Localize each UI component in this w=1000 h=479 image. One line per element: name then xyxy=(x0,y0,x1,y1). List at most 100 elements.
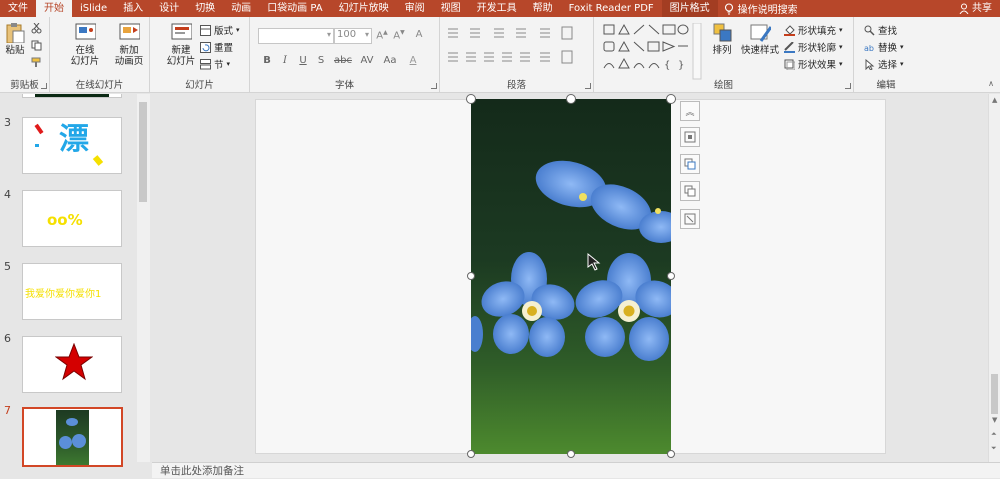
arrange-button[interactable]: 排列 xyxy=(710,21,734,56)
share-label: 共享 xyxy=(972,3,992,14)
tab-insert[interactable]: 插入 xyxy=(115,0,151,17)
forget-me-not-photo xyxy=(471,99,671,454)
char-spacing-button[interactable]: AV xyxy=(360,55,374,66)
resize-handle-top[interactable] xyxy=(566,94,576,104)
ribbon-tab-bar: 文件 开始 iSlide 插入 设计 切换 动画 口袋动画 PA 幻灯片放映 审… xyxy=(0,0,1000,17)
tab-file[interactable]: 文件 xyxy=(0,0,36,17)
format-painter-button[interactable] xyxy=(31,55,42,69)
slide-5-preview-text: 我爱你爱你爱你1 xyxy=(25,289,102,300)
shape-outline-button[interactable]: 形状轮廓 ▾ xyxy=(784,40,843,54)
reset-label: 重置 xyxy=(214,43,234,54)
share-button[interactable]: 共享 xyxy=(959,0,992,17)
replace-icon: ab xyxy=(864,44,874,53)
thumbnail-scrollbar[interactable] xyxy=(137,94,150,462)
collapse-ribbon-button[interactable]: ∧ xyxy=(988,79,994,88)
group-online-slides: 在线 幻灯片 新加 动画页 在线幻灯片 xyxy=(50,17,150,93)
shape-fill-button[interactable]: 形状填充 ▾ xyxy=(784,23,843,37)
tab-view[interactable]: 视图 xyxy=(433,0,469,17)
font-name-combo[interactable]: ▾ xyxy=(258,28,334,44)
align-icon xyxy=(684,131,696,143)
reset-button[interactable]: 重置 xyxy=(200,40,233,54)
animation-page-icon xyxy=(119,23,140,40)
resize-handle-right[interactable] xyxy=(667,272,675,280)
strikethrough-button[interactable]: abc xyxy=(334,55,352,66)
font-size-combo[interactable]: 100 ▾ xyxy=(334,28,372,44)
slide-2-thumbnail-partial[interactable] xyxy=(22,94,122,98)
slide-7-thumbnail[interactable] xyxy=(22,407,123,467)
slide-3-preview-text: 漂 xyxy=(59,122,89,157)
person-icon xyxy=(959,3,969,14)
change-case-button[interactable]: Aa xyxy=(383,55,397,66)
replace-label: 替换 xyxy=(878,43,898,54)
clipboard-dialog-launcher[interactable] xyxy=(41,83,47,89)
resize-handle-top-right[interactable] xyxy=(666,94,676,104)
font-group-label: 字体 xyxy=(334,80,354,91)
tab-help[interactable]: 帮助 xyxy=(525,0,561,17)
new-slide-icon xyxy=(171,23,192,40)
find-button[interactable]: 查找 xyxy=(864,23,897,37)
scroll-up-icon[interactable]: ▲ xyxy=(992,96,997,104)
cut-button[interactable] xyxy=(31,21,42,35)
italic-button[interactable]: I xyxy=(278,55,292,66)
layout-button[interactable]: 版式 ▾ xyxy=(200,23,240,37)
shapes-gallery[interactable]: { } xyxy=(602,23,702,81)
notes-pane[interactable]: 单击此处添加备注 xyxy=(152,462,1000,478)
section-button[interactable]: 节 ▾ xyxy=(200,57,230,71)
tab-foxit[interactable]: Foxit Reader PDF xyxy=(561,0,662,17)
online-slides-button[interactable]: 在线 幻灯片 xyxy=(67,21,103,67)
paste-button[interactable]: 粘贴 xyxy=(3,21,27,56)
new-animation-page-button[interactable]: 新加 动画页 xyxy=(109,21,149,67)
slides-group-label: 幻灯片 xyxy=(185,80,214,91)
duplicate-tool[interactable] xyxy=(680,181,700,201)
tab-developer[interactable]: 开发工具 xyxy=(469,0,525,17)
layer-tool[interactable] xyxy=(680,154,700,174)
search-icon xyxy=(864,25,875,36)
shrink-font-button[interactable]: A▼ xyxy=(392,29,406,41)
select-button[interactable]: 选择 ▾ xyxy=(864,57,904,71)
shape-effects-button[interactable]: 形状效果 ▾ xyxy=(784,57,843,71)
replace-button[interactable]: ab 替换 ▾ xyxy=(864,40,904,54)
canvas-scrollbar[interactable]: ▲ ▼ ⏶ ⏷ xyxy=(988,94,1000,462)
selected-picture[interactable] xyxy=(471,99,671,454)
font-dialog-launcher[interactable] xyxy=(431,83,437,89)
slide-5-thumbnail[interactable]: 我爱你爱你爱你1 xyxy=(22,263,122,320)
resize-handle-bottom-right[interactable] xyxy=(667,450,675,458)
tab-transitions[interactable]: 切换 xyxy=(187,0,223,17)
resize-handle-top-left[interactable] xyxy=(466,94,476,104)
align-center-tool[interactable] xyxy=(680,127,700,147)
font-color-button[interactable]: A xyxy=(406,55,420,66)
tab-pocket-animation[interactable]: 口袋动画 PA xyxy=(259,0,330,17)
resize-handle-left[interactable] xyxy=(467,272,475,280)
arrange-icon xyxy=(713,23,732,42)
scroll-thumb[interactable] xyxy=(991,374,998,414)
paragraph-dialog-launcher[interactable] xyxy=(585,83,591,89)
tab-home[interactable]: 开始 xyxy=(36,0,72,17)
slide-3-thumbnail[interactable]: 漂 xyxy=(22,117,122,174)
next-slide-icon[interactable]: ⏷ xyxy=(991,444,997,453)
chevron-up-icon: ︽ xyxy=(685,107,695,118)
bold-button[interactable]: B xyxy=(260,55,274,66)
quick-styles-button[interactable]: 快速样式 xyxy=(738,21,782,56)
clear-format-button[interactable]: A xyxy=(412,29,426,40)
scroll-down-icon[interactable]: ▼ xyxy=(992,416,997,424)
crop-tool[interactable] xyxy=(680,209,700,229)
prev-slide-icon[interactable]: ⏶ xyxy=(991,430,997,439)
slide-4-thumbnail[interactable]: oo% xyxy=(22,190,122,247)
tell-me-search[interactable]: 操作说明搜索 xyxy=(724,1,798,16)
shadow-button[interactable]: S xyxy=(314,55,328,66)
new-slide-button[interactable]: 新建 幻灯片 xyxy=(163,21,199,67)
drawing-dialog-launcher[interactable] xyxy=(845,83,851,89)
grow-font-button[interactable]: A▲ xyxy=(375,29,389,41)
underline-button[interactable]: U xyxy=(296,55,310,66)
slide-6-thumbnail[interactable] xyxy=(22,336,122,393)
tab-animations[interactable]: 动画 xyxy=(223,0,259,17)
collapse-tools-button[interactable]: ︽ xyxy=(680,101,700,121)
tab-design[interactable]: 设计 xyxy=(151,0,187,17)
tab-slideshow[interactable]: 幻灯片放映 xyxy=(331,0,397,17)
tab-review[interactable]: 审阅 xyxy=(397,0,433,17)
copy-button[interactable] xyxy=(31,38,42,52)
resize-handle-bottom[interactable] xyxy=(567,450,575,458)
resize-handle-bottom-left[interactable] xyxy=(467,450,475,458)
tab-islide[interactable]: iSlide xyxy=(72,0,115,17)
tab-picture-format[interactable]: 图片格式 xyxy=(661,0,718,17)
